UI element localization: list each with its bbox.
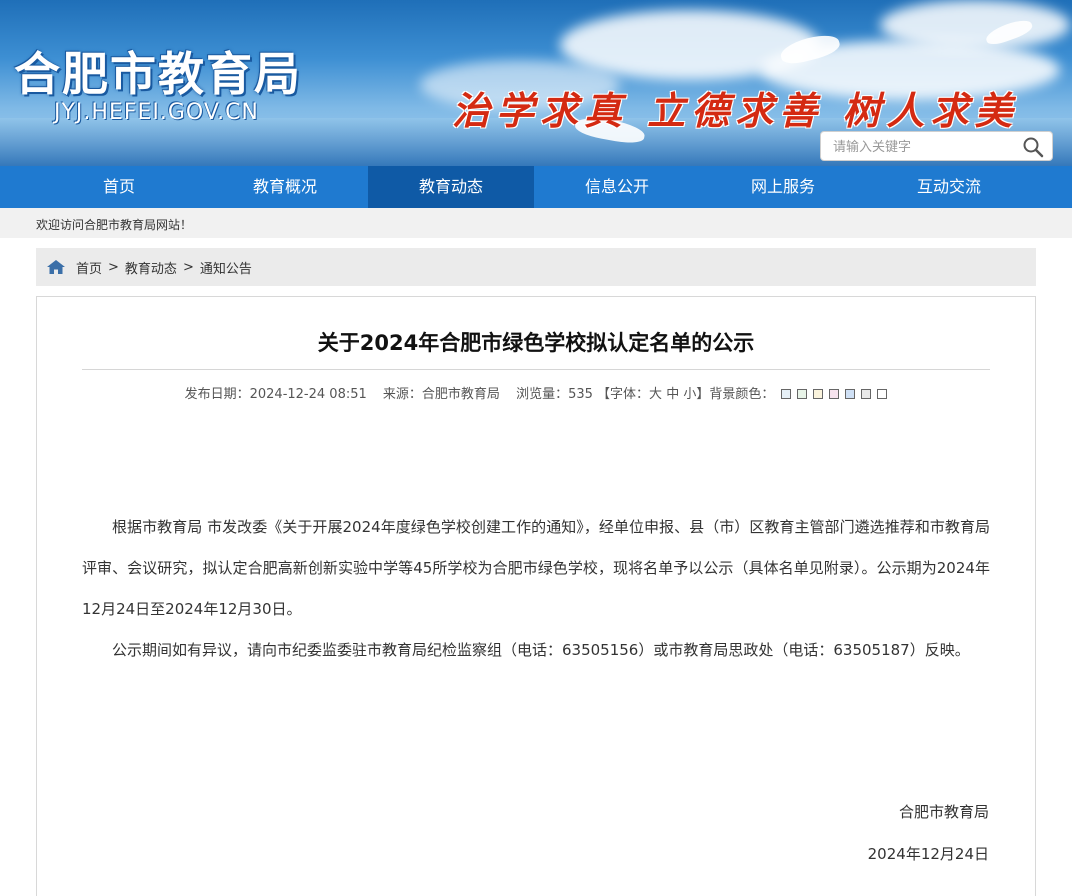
site-title[interactable]: 合肥市教育局 bbox=[14, 38, 302, 104]
publish-date: 发布日期：2024-12-24 08:51 bbox=[184, 387, 367, 402]
bg-color-swatch[interactable] bbox=[877, 389, 888, 399]
article-container: 关于2024年合肥市绿色学校拟认定名单的公示 发布日期：2024-12-24 0… bbox=[36, 296, 1036, 896]
bg-color-swatch[interactable] bbox=[861, 389, 872, 399]
article-title: 关于2024年合肥市绿色学校拟认定名单的公示 bbox=[317, 331, 755, 355]
signature-org: 合肥市教育局 bbox=[898, 803, 989, 821]
welcome-bar: 欢迎访问合肥市教育局网站！ bbox=[0, 208, 1072, 238]
main-nav: 首页 教育概况 教育动态 信息公开 网上服务 互动交流 bbox=[0, 166, 1072, 208]
bg-color-swatch[interactable] bbox=[780, 389, 791, 399]
bg-color-swatch[interactable] bbox=[828, 389, 839, 399]
nav-item-home[interactable]: 首页 bbox=[36, 166, 202, 208]
nav-item-info-disclosure[interactable]: 信息公开 bbox=[534, 166, 700, 208]
site-domain: JYJ.HEFEI.GOV.CN bbox=[54, 100, 259, 125]
breadcrumb-news[interactable]: 教育动态 bbox=[125, 258, 177, 277]
article-paragraph: 公示期间如有异议，请向市纪委监委驻市教育局纪检监察组（电话：63505156）或… bbox=[112, 641, 970, 659]
article-meta: 发布日期：2024-12-24 08:51 来源：合肥市教育局 浏览量：535 … bbox=[37, 383, 1035, 402]
nav-item-online-services[interactable]: 网上服务 bbox=[700, 166, 866, 208]
slogan: 治学求真 立德求善 树人求美 bbox=[452, 88, 1019, 133]
nav-item-overview[interactable]: 教育概况 bbox=[202, 166, 368, 208]
search-icon[interactable] bbox=[1022, 136, 1044, 158]
welcome-text: 欢迎访问合肥市教育局网站！ bbox=[36, 218, 193, 232]
font-small-button[interactable]: 小 bbox=[683, 387, 696, 402]
font-large-button[interactable]: 大 bbox=[649, 387, 662, 402]
bg-color-swatch[interactable] bbox=[812, 389, 823, 399]
breadcrumb-separator: > bbox=[108, 259, 119, 275]
bg-color-swatch[interactable] bbox=[845, 389, 856, 399]
view-count: 浏览量：535 bbox=[516, 387, 593, 402]
breadcrumb-home[interactable]: 首页 bbox=[76, 258, 102, 277]
nav-item-interaction[interactable]: 互动交流 bbox=[866, 166, 1032, 208]
bg-color-label: 】背景颜色： bbox=[696, 387, 775, 402]
cloud-decoration bbox=[880, 0, 1070, 50]
signature-date: 2024年12月24日 bbox=[867, 845, 989, 863]
header-banner: 合肥市教育局 JYJ.HEFEI.GOV.CN 治学求真 立德求善 树人求美 bbox=[0, 0, 1072, 166]
breadcrumb-separator: > bbox=[182, 259, 194, 275]
breadcrumb-notices[interactable]: 通知公告 bbox=[200, 258, 252, 277]
article-paragraph: 根据市教育局 市发改委《关于开展2024年度绿色学校创建工作的通知》，经单位申报… bbox=[82, 518, 990, 618]
home-icon bbox=[47, 260, 65, 274]
breadcrumb: 首页 > 教育动态 > 通知公告 bbox=[36, 248, 1036, 286]
title-divider bbox=[82, 369, 990, 370]
nav-item-news[interactable]: 教育动态 bbox=[368, 166, 534, 208]
font-size-prefix: 【字体： bbox=[597, 387, 650, 402]
font-medium-button[interactable]: 中 bbox=[666, 387, 679, 402]
article-body: 根据市教育局 市发改委《关于开展2024年度绿色学校创建工作的通知》，经单位申报… bbox=[82, 507, 990, 671]
search-box bbox=[820, 131, 1053, 161]
article-source: 来源：合肥市教育局 bbox=[382, 387, 500, 402]
search-input[interactable] bbox=[833, 137, 1013, 157]
bg-color-swatch[interactable] bbox=[796, 389, 807, 399]
